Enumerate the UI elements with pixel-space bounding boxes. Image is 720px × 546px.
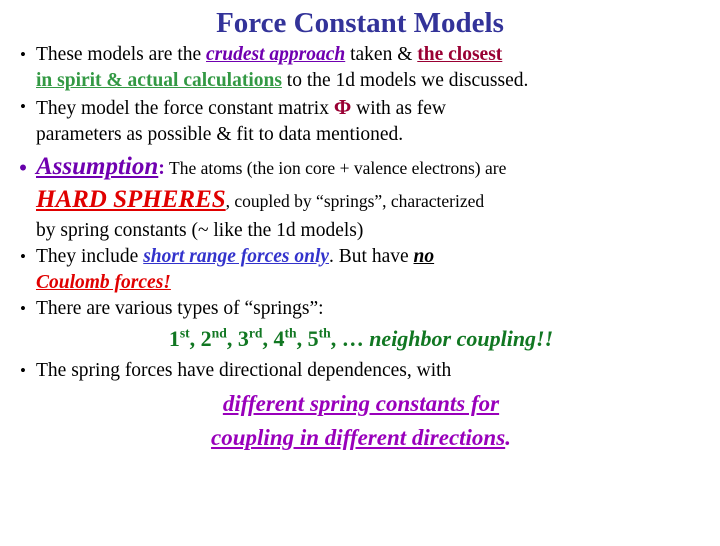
ordinal-suffix: th [318,325,331,341]
ordinal-number: 1 [168,326,180,351]
run-plain: There are various types of “springs”: [36,298,324,319]
run-coupling-directions: coupling in different directions [211,425,506,450]
slide-canvas: Force Constant Models • These models are… [0,6,720,546]
ordinal-1: 1st [169,326,190,351]
bullet-text-4b: Coulomb forces! [36,270,712,296]
bullet-text-6: The spring forces have directional depen… [36,358,712,384]
ordinal-2: 2nd [201,326,227,351]
bullet-marker-icon: • [20,247,26,266]
bullet-text-2: They model the force constant matrix Φ w… [36,94,712,122]
bullet-text-1b: in spirit & actual calculations to the 1… [36,68,712,94]
ordinal-separator: , [262,326,274,351]
ordinal-number: 2 [200,326,212,351]
bullet-text-3b: HARD SPHERES, coupled by “springs”, char… [36,184,712,218]
bullet-text-3c: by spring constants (~ like the 1d model… [36,218,712,244]
bullet-text-1: These models are the crudest approach ta… [36,42,712,68]
bullet-item-3-line-3: by spring constants (~ like the 1d model… [10,218,712,244]
ordinal-separator: , [226,326,238,351]
bullet-item-4: • They include short range forces only. … [10,244,712,270]
run-crudest-approach: crudest approach [206,44,346,65]
ordinal-ellipsis: , … [330,326,370,351]
run-period: . [505,425,511,450]
bullet-text-5: There are various types of “springs”: [36,296,712,322]
run-small-plain: The atoms (the ion core + valence electr… [164,158,507,178]
bullet-item-2: • They model the force constant matrix Φ… [10,94,712,122]
bullet-item-3-line-2: HARD SPHERES, coupled by “springs”, char… [10,184,712,218]
closing-line-1: different spring constants for [10,388,712,422]
run-plain: by spring constants (~ like the 1d model… [36,220,364,241]
run-plain: parameters as possible & fit to data men… [36,124,404,145]
bullet-marker-icon: • [20,45,26,64]
run-hard-spheres: HARD SPHERES [36,186,226,213]
ordinal-4: 4th [273,326,296,351]
run-neighbor-coupling: neighbor coupling!! [369,326,554,351]
ordinal-suffix: rd [248,325,263,341]
ordinal-suffix: st [179,325,190,341]
run-different-spring-constants: different spring constants for [222,391,500,416]
run-plain: taken & [345,44,418,65]
run-plain: . But have [329,246,414,267]
ordinal-5: 5th [308,326,331,351]
run-plain: to the 1d models we discussed. [281,70,529,91]
bullet-marker-icon-purple: • [18,155,28,182]
run-plain: with as few [351,98,447,119]
run-colon: : [158,157,165,179]
ordinal-suffix: th [284,325,297,341]
page-title: Force Constant Models [216,7,504,39]
run-plain: These models are the [36,44,207,65]
run-small-plain: , coupled by “springs”, characterized [225,191,485,211]
bullet-item-1: • These models are the crudest approach … [10,42,712,68]
run-plain: The spring forces have directional depen… [36,360,452,381]
bullet-marker-icon: • [20,299,26,318]
ordinal-3: 3rd [238,326,263,351]
bullet-item-6: • The spring forces have directional dep… [10,358,712,384]
bullet-item-4-line-2: Coulomb forces! [10,270,712,296]
bullet-marker-icon: • [20,361,26,380]
run-plain: They model the force constant matrix [36,98,334,119]
ordinal-separator: , [189,326,201,351]
run-in-spirit-actual-calculations: in spirit & actual calculations [36,70,282,91]
bullet-item-1-line-2: in spirit & actual calculations to the 1… [10,68,712,94]
bullet-item-2-line-2: parameters as possible & fit to data men… [10,122,712,148]
bullet-item-5: • There are various types of “springs”: [10,296,712,322]
ordinal-separator: , [296,326,308,351]
bullet-text-3: Assumption: The atoms (the ion core + va… [36,154,712,182]
run-short-range-forces-only: short range forces only [143,246,330,267]
run-assumption: Assumption [36,153,159,180]
slide-body: • These models are the crudest approach … [0,42,720,456]
phi-symbol-icon: Φ [333,95,352,119]
bullet-text-2b: parameters as possible & fit to data men… [36,122,712,148]
ordinal-suffix: nd [211,325,227,341]
bullet-item-3: • Assumption: The atoms (the ion core + … [10,154,712,184]
bullet-text-4: They include short range forces only. Bu… [36,244,712,270]
run-the-closest: the closest [417,44,503,65]
run-plain: They include [36,246,144,267]
run-coulomb-forces: Coulomb forces! [36,272,171,293]
run-no: no [413,246,435,267]
bullet-marker-icon: • [20,97,26,116]
closing-line-2: coupling in different directions. [10,422,712,456]
ordinal-number: 4 [273,326,285,351]
ordinal-number: 5 [307,326,319,351]
ordinal-number: 3 [237,326,249,351]
neighbor-coupling-line: 1st, 2nd, 3rd, 4th, 5th, … neighbor coup… [10,324,712,356]
